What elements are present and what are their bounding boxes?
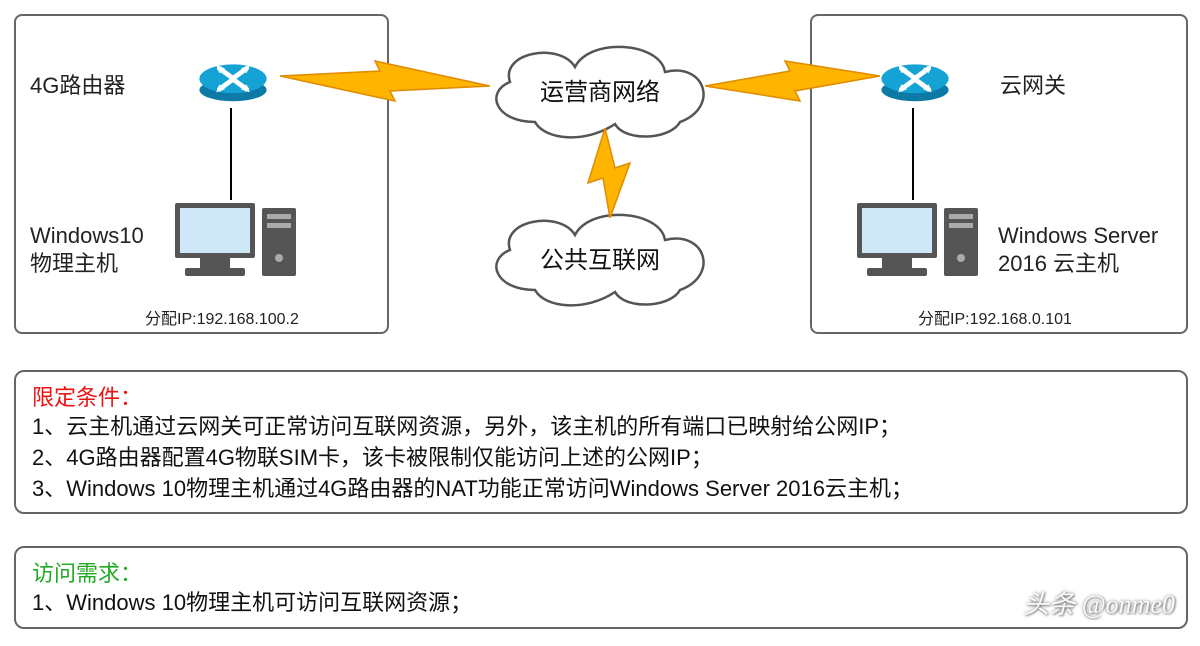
bolt-vertical-icon — [585, 128, 635, 223]
internet-cloud-label: 公共互联网 — [475, 240, 725, 275]
requirement-title: 访问需求： — [32, 556, 1170, 588]
win10-label: Windows10 物理主机 — [30, 222, 144, 277]
conditions-box: 限定条件： 1、云主机通过云网关可正常访问互联网资源，另外，该主机的所有端口已映… — [14, 370, 1188, 514]
router-4g-icon — [188, 48, 278, 113]
cloud-gateway-label: 云网关 — [1000, 72, 1066, 100]
winserver-label: Windows Server 2016 云主机 — [998, 222, 1158, 277]
bolt-left-icon — [280, 56, 490, 111]
conditions-line-1: 1、云主机通过云网关可正常访问互联网资源，另外，该主机的所有端口已映射给公网IP… — [32, 412, 1170, 443]
win10-pc-icon — [170, 198, 300, 293]
requirement-box: 访问需求： 1、Windows 10物理主机可访问互联网资源； — [14, 546, 1188, 629]
isp-cloud-label: 运营商网络 — [475, 72, 725, 107]
watermark: 头条 @onme0 — [1023, 584, 1175, 621]
conditions-line-2: 2、4G路由器配置4G物联SIM卡，该卡被限制仅能访问上述的公网IP； — [32, 443, 1170, 474]
ip-left-label: 分配IP:192.168.100.2 — [145, 305, 299, 329]
cloud-gateway-icon — [870, 48, 960, 113]
bolt-right-icon — [705, 56, 880, 111]
connection-line-left — [230, 108, 232, 200]
ip-right-label: 分配IP:192.168.0.101 — [918, 305, 1072, 329]
winserver-pc-icon — [852, 198, 982, 293]
router-4g-label: 4G路由器 — [30, 72, 125, 100]
requirement-line-1: 1、Windows 10物理主机可访问互联网资源； — [32, 588, 1170, 619]
conditions-title: 限定条件： — [32, 380, 1170, 412]
connection-line-right — [912, 108, 914, 200]
conditions-line-3: 3、Windows 10物理主机通过4G路由器的NAT功能正常访问Windows… — [32, 474, 1170, 505]
